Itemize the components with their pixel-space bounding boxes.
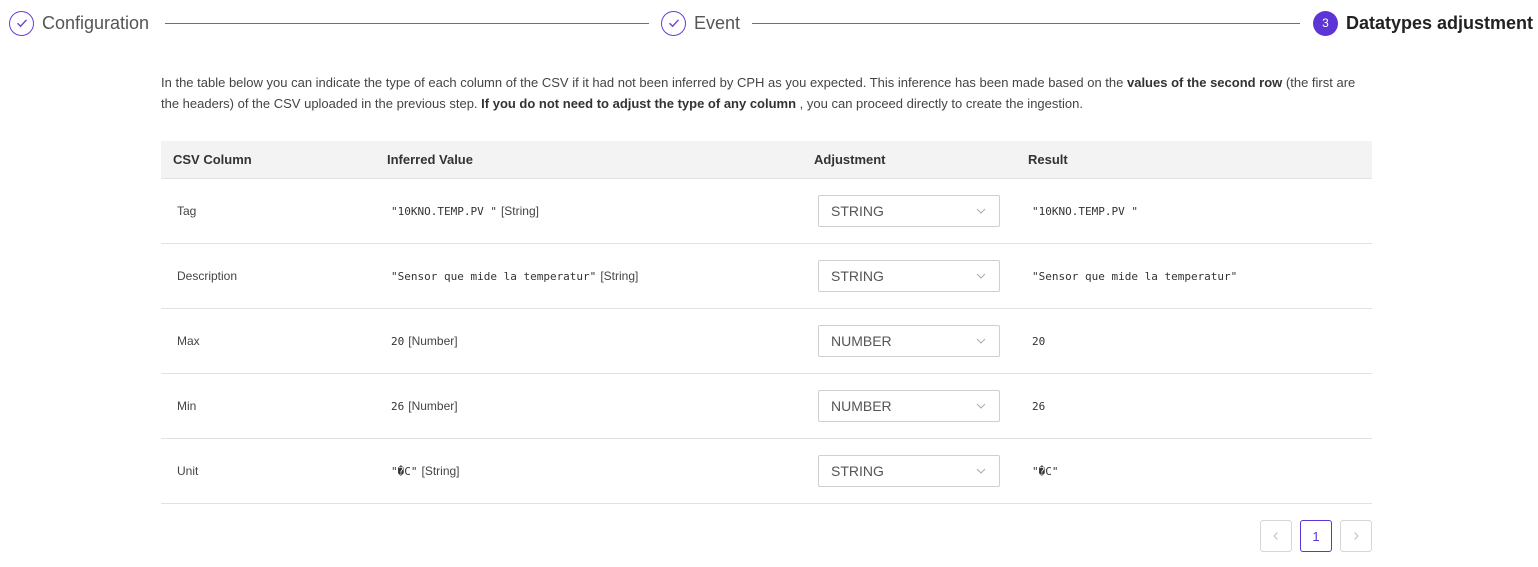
step-label: Configuration	[42, 12, 150, 33]
chevron-right-icon	[1354, 532, 1359, 540]
inferred-type: [String]	[421, 464, 460, 478]
table-row: Description "Sensor que mide la temperat…	[161, 244, 1372, 309]
step-connector	[165, 23, 649, 24]
step-label: Event	[694, 12, 741, 33]
csv-column-cell: Min	[177, 399, 197, 413]
prev-page-button[interactable]	[1260, 520, 1292, 552]
table-header: CSV Column Inferred Value Adjustment Res…	[161, 141, 1372, 179]
result-cell: 20	[1032, 334, 1046, 348]
adjustment-cell: NUMBER	[818, 309, 1000, 373]
chevron-down-icon	[976, 208, 986, 214]
step-event[interactable]: Event	[661, 10, 740, 36]
inferred-value: 26	[391, 399, 405, 413]
check-icon	[661, 10, 686, 36]
step-datatypes-adjustment[interactable]: 3 Datatypes adjustment	[1313, 10, 1533, 36]
type-select-value: STRING	[831, 203, 884, 219]
type-select-value: NUMBER	[831, 398, 892, 414]
chevron-down-icon	[976, 338, 986, 344]
type-select-value: NUMBER	[831, 333, 892, 349]
table-row: Min 26 [Number] NUMBER 26	[161, 374, 1372, 439]
intro-text-part: , you can proceed directly to create the…	[796, 96, 1083, 111]
step-connector	[752, 23, 1300, 24]
inferred-value-cell: 26 [Number]	[391, 374, 458, 438]
type-select[interactable]: STRING	[818, 260, 1000, 292]
header-csv-column: CSV Column	[173, 152, 252, 167]
datatypes-table: CSV Column Inferred Value Adjustment Res…	[161, 141, 1372, 504]
result-cell: 26	[1032, 399, 1046, 413]
type-select[interactable]: STRING	[818, 455, 1000, 487]
inferred-value-cell: 20 [Number]	[391, 309, 458, 373]
inferred-value: "Sensor que mide la temperatur"	[391, 269, 597, 283]
inferred-value-cell: "Sensor que mide la temperatur" [String]	[391, 244, 638, 308]
type-select[interactable]: NUMBER	[818, 390, 1000, 422]
intro-text: In the table below you can indicate the …	[161, 72, 1376, 114]
inferred-value: "10KNO.TEMP.PV "	[391, 204, 497, 218]
chevron-down-icon	[976, 403, 986, 409]
csv-column-cell: Unit	[177, 464, 199, 478]
step-number-badge: 3	[1313, 10, 1338, 36]
type-select-value: STRING	[831, 268, 884, 284]
step-configuration[interactable]: Configuration	[9, 10, 149, 36]
inferred-value-cell: "�C" [String]	[391, 439, 460, 503]
csv-column-cell: Max	[177, 334, 200, 348]
intro-text-bold: values of the second row	[1126, 75, 1283, 90]
chevron-down-icon	[976, 468, 986, 474]
adjustment-cell: NUMBER	[818, 374, 1000, 438]
table-row: Tag "10KNO.TEMP.PV " [String] STRING "10…	[161, 179, 1372, 244]
inferred-value: 20	[391, 334, 405, 348]
chevron-down-icon	[976, 273, 986, 279]
intro-text-bold: If you do not need to adjust the type of…	[481, 96, 797, 111]
result-cell: "Sensor que mide la temperatur"	[1032, 269, 1238, 283]
step-label: Datatypes adjustment	[1346, 12, 1534, 33]
result-cell: "�C"	[1032, 464, 1059, 478]
inferred-type: [String]	[500, 204, 539, 218]
type-select[interactable]: STRING	[818, 195, 1000, 227]
type-select-value: STRING	[831, 463, 884, 479]
adjustment-cell: STRING	[818, 179, 1000, 243]
inferred-value-cell: "10KNO.TEMP.PV " [String]	[391, 179, 539, 243]
chevron-left-icon	[1273, 532, 1278, 540]
type-select[interactable]: NUMBER	[818, 325, 1000, 357]
header-adjustment: Adjustment	[814, 152, 886, 167]
stepper: Configuration Event 3 Datatypes adjustme…	[0, 0, 1538, 46]
header-inferred-value: Inferred Value	[387, 152, 473, 167]
csv-column-cell: Tag	[177, 204, 197, 218]
page-button-1[interactable]: 1	[1300, 520, 1332, 552]
adjustment-cell: STRING	[818, 244, 1000, 308]
header-result: Result	[1028, 152, 1068, 167]
inferred-type: [Number]	[408, 334, 458, 348]
inferred-value: "�C"	[391, 464, 418, 478]
next-page-button[interactable]	[1340, 520, 1372, 552]
inferred-type: [String]	[600, 269, 639, 283]
csv-column-cell: Description	[177, 269, 238, 283]
table-row: Max 20 [Number] NUMBER 20	[161, 309, 1372, 374]
result-cell: "10KNO.TEMP.PV "	[1032, 204, 1138, 218]
table-row: Unit "�C" [String] STRING "�C"	[161, 439, 1372, 504]
inferred-type: [Number]	[408, 399, 458, 413]
adjustment-cell: STRING	[818, 439, 1000, 503]
check-icon	[9, 10, 34, 36]
intro-text-part: In the table below you can indicate the …	[161, 75, 1127, 90]
